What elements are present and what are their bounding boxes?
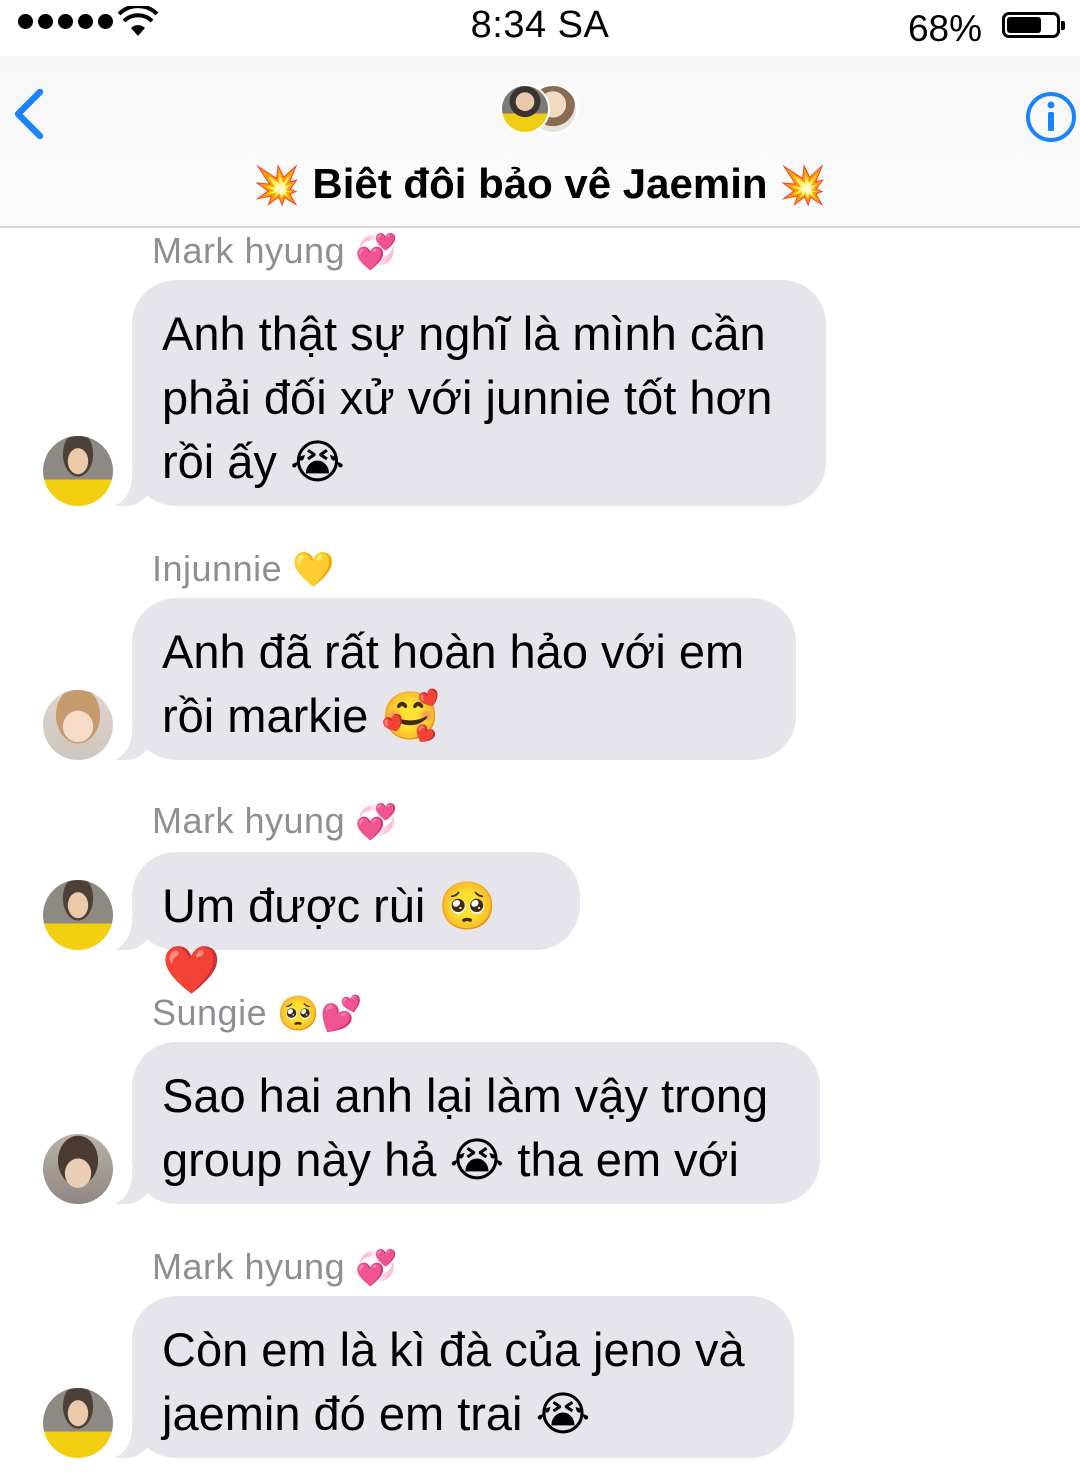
message-bubble[interactable]: Um được rùi 🥺❤️: [102, 852, 580, 996]
avatar[interactable]: [43, 436, 113, 506]
message-text: Sao hai anh lại làm vậy trong group này …: [162, 1069, 769, 1186]
avatar[interactable]: [43, 880, 113, 950]
sender-name: Injunnie 💛: [152, 548, 335, 589]
status-bar: 8:34 SA 68%: [0, 0, 1080, 56]
group-avatar: [500, 84, 550, 134]
chevron-left-icon[interactable]: [4, 82, 60, 146]
sender-name: Mark hyung 💞: [152, 800, 398, 841]
message-text: Anh đã rất hoàn hảo với em rồi markie 🥰: [162, 625, 745, 742]
sender-name: Mark hyung 💞: [152, 1246, 398, 1287]
message-bubble[interactable]: Còn em là kì đà của jeno và jaemin đó em…: [102, 1296, 794, 1458]
avatar[interactable]: [43, 1388, 113, 1458]
battery-icon: [1002, 12, 1065, 38]
message-bubble[interactable]: Sao hai anh lại làm vậy trong group này …: [102, 1042, 820, 1204]
battery-percent: 68%: [907, 8, 982, 49]
collision-emoji: 💥: [779, 165, 827, 207]
chat-header: 💥 Biêt đôi bảo vê Jaemin 💥: [0, 56, 1080, 228]
info-icon[interactable]: [1024, 90, 1078, 144]
message-text: Còn em là kì đà của jeno và jaemin đó em…: [162, 1323, 745, 1440]
message-bubble[interactable]: Anh đã rất hoàn hảo với em rồi markie 🥰: [102, 598, 796, 760]
message-text: Anh thật sự nghĩ là mình cần phải đối xử…: [162, 307, 773, 488]
message-bubble[interactable]: Anh thật sự nghĩ là mình cần phải đối xử…: [102, 280, 826, 506]
chat-title-text: Biêt đôi bảo vê Jaemin: [312, 160, 768, 207]
collision-emoji: 💥: [253, 165, 301, 207]
chat-title[interactable]: 💥 Biêt đôi bảo vê Jaemin 💥: [0, 160, 1080, 208]
message-text: Um được rùi 🥺❤️: [162, 879, 497, 996]
group-avatar-stack[interactable]: [500, 84, 582, 138]
message-list[interactable]: Mark hyung 💞 Anh thật sự nghĩ là mình cần…: [0, 228, 1080, 1480]
avatar[interactable]: [43, 1134, 113, 1204]
sender-name: Mark hyung 💞: [152, 230, 398, 271]
avatar[interactable]: [43, 690, 113, 760]
